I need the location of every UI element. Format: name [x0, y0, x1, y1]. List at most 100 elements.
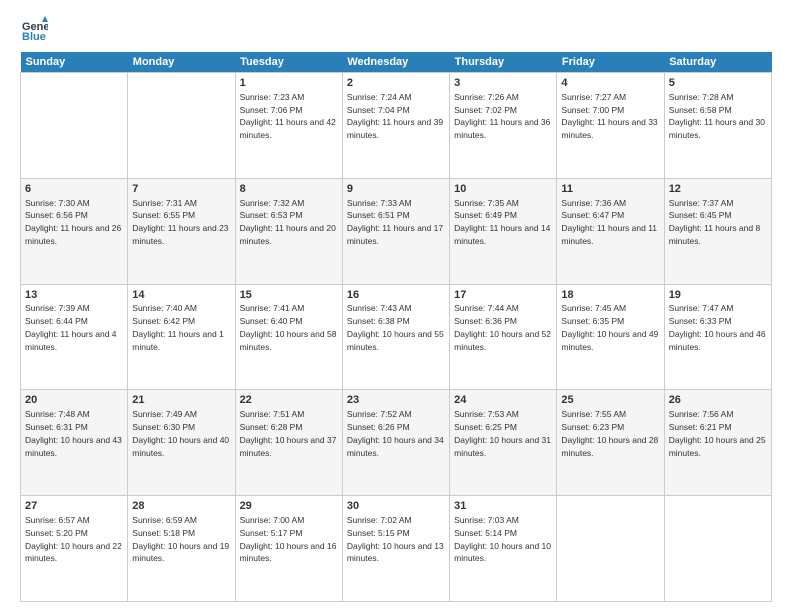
calendar-cell: 17Sunrise: 7:44 AMSunset: 6:36 PMDayligh… — [450, 284, 557, 390]
cell-details: Sunrise: 7:45 AMSunset: 6:35 PMDaylight:… — [561, 303, 658, 351]
weekday-header-row: SundayMondayTuesdayWednesdayThursdayFrid… — [21, 52, 772, 73]
day-number: 18 — [561, 288, 659, 303]
cell-details: Sunrise: 7:36 AMSunset: 6:47 PMDaylight:… — [561, 198, 657, 246]
day-number: 3 — [454, 76, 552, 91]
calendar-cell: 10Sunrise: 7:35 AMSunset: 6:49 PMDayligh… — [450, 178, 557, 284]
day-number: 2 — [347, 76, 445, 91]
week-row-4: 20Sunrise: 7:48 AMSunset: 6:31 PMDayligh… — [21, 390, 772, 496]
calendar-cell: 9Sunrise: 7:33 AMSunset: 6:51 PMDaylight… — [342, 178, 449, 284]
day-number: 30 — [347, 499, 445, 514]
calendar-cell: 29Sunrise: 7:00 AMSunset: 5:17 PMDayligh… — [235, 496, 342, 602]
cell-details: Sunrise: 7:51 AMSunset: 6:28 PMDaylight:… — [240, 409, 337, 457]
cell-details: Sunrise: 7:00 AMSunset: 5:17 PMDaylight:… — [240, 515, 337, 563]
cell-details: Sunrise: 7:03 AMSunset: 5:14 PMDaylight:… — [454, 515, 551, 563]
calendar-cell — [21, 73, 128, 179]
cell-details: Sunrise: 7:56 AMSunset: 6:21 PMDaylight:… — [669, 409, 766, 457]
cell-details: Sunrise: 7:23 AMSunset: 7:06 PMDaylight:… — [240, 92, 336, 140]
calendar-cell: 21Sunrise: 7:49 AMSunset: 6:30 PMDayligh… — [128, 390, 235, 496]
calendar-cell: 16Sunrise: 7:43 AMSunset: 6:38 PMDayligh… — [342, 284, 449, 390]
calendar-cell: 6Sunrise: 7:30 AMSunset: 6:56 PMDaylight… — [21, 178, 128, 284]
day-number: 16 — [347, 288, 445, 303]
calendar-cell: 5Sunrise: 7:28 AMSunset: 6:58 PMDaylight… — [664, 73, 771, 179]
cell-details: Sunrise: 7:48 AMSunset: 6:31 PMDaylight:… — [25, 409, 122, 457]
calendar-cell: 18Sunrise: 7:45 AMSunset: 6:35 PMDayligh… — [557, 284, 664, 390]
calendar-cell: 1Sunrise: 7:23 AMSunset: 7:06 PMDaylight… — [235, 73, 342, 179]
calendar-cell — [664, 496, 771, 602]
cell-details: Sunrise: 7:24 AMSunset: 7:04 PMDaylight:… — [347, 92, 443, 140]
cell-details: Sunrise: 7:49 AMSunset: 6:30 PMDaylight:… — [132, 409, 229, 457]
calendar-cell: 13Sunrise: 7:39 AMSunset: 6:44 PMDayligh… — [21, 284, 128, 390]
day-number: 11 — [561, 182, 659, 197]
calendar-cell: 28Sunrise: 6:59 AMSunset: 5:18 PMDayligh… — [128, 496, 235, 602]
calendar-cell: 19Sunrise: 7:47 AMSunset: 6:33 PMDayligh… — [664, 284, 771, 390]
cell-details: Sunrise: 7:28 AMSunset: 6:58 PMDaylight:… — [669, 92, 765, 140]
calendar-cell: 7Sunrise: 7:31 AMSunset: 6:55 PMDaylight… — [128, 178, 235, 284]
day-number: 20 — [25, 393, 123, 408]
day-number: 19 — [669, 288, 767, 303]
cell-details: Sunrise: 7:33 AMSunset: 6:51 PMDaylight:… — [347, 198, 443, 246]
week-row-5: 27Sunrise: 6:57 AMSunset: 5:20 PMDayligh… — [21, 496, 772, 602]
cell-details: Sunrise: 7:27 AMSunset: 7:00 PMDaylight:… — [561, 92, 657, 140]
week-row-3: 13Sunrise: 7:39 AMSunset: 6:44 PMDayligh… — [21, 284, 772, 390]
day-number: 24 — [454, 393, 552, 408]
cell-details: Sunrise: 7:52 AMSunset: 6:26 PMDaylight:… — [347, 409, 444, 457]
calendar-cell: 27Sunrise: 6:57 AMSunset: 5:20 PMDayligh… — [21, 496, 128, 602]
cell-details: Sunrise: 7:43 AMSunset: 6:38 PMDaylight:… — [347, 303, 444, 351]
calendar-cell: 4Sunrise: 7:27 AMSunset: 7:00 PMDaylight… — [557, 73, 664, 179]
calendar-cell: 26Sunrise: 7:56 AMSunset: 6:21 PMDayligh… — [664, 390, 771, 496]
cell-details: Sunrise: 7:32 AMSunset: 6:53 PMDaylight:… — [240, 198, 336, 246]
day-number: 25 — [561, 393, 659, 408]
day-number: 21 — [132, 393, 230, 408]
cell-details: Sunrise: 7:40 AMSunset: 6:42 PMDaylight:… — [132, 303, 224, 351]
calendar-cell: 23Sunrise: 7:52 AMSunset: 6:26 PMDayligh… — [342, 390, 449, 496]
day-number: 13 — [25, 288, 123, 303]
calendar-cell: 3Sunrise: 7:26 AMSunset: 7:02 PMDaylight… — [450, 73, 557, 179]
svg-text:Blue: Blue — [22, 31, 46, 43]
day-number: 4 — [561, 76, 659, 91]
calendar-cell: 14Sunrise: 7:40 AMSunset: 6:42 PMDayligh… — [128, 284, 235, 390]
logo-icon: General Blue — [20, 16, 48, 44]
weekday-sunday: Sunday — [21, 52, 128, 73]
day-number: 27 — [25, 499, 123, 514]
day-number: 9 — [347, 182, 445, 197]
calendar-cell — [128, 73, 235, 179]
cell-details: Sunrise: 7:44 AMSunset: 6:36 PMDaylight:… — [454, 303, 551, 351]
cell-details: Sunrise: 7:02 AMSunset: 5:15 PMDaylight:… — [347, 515, 444, 563]
week-row-1: 1Sunrise: 7:23 AMSunset: 7:06 PMDaylight… — [21, 73, 772, 179]
calendar-cell: 8Sunrise: 7:32 AMSunset: 6:53 PMDaylight… — [235, 178, 342, 284]
day-number: 10 — [454, 182, 552, 197]
calendar-cell: 30Sunrise: 7:02 AMSunset: 5:15 PMDayligh… — [342, 496, 449, 602]
header: General Blue — [20, 16, 772, 44]
weekday-friday: Friday — [557, 52, 664, 73]
day-number: 26 — [669, 393, 767, 408]
calendar-cell: 24Sunrise: 7:53 AMSunset: 6:25 PMDayligh… — [450, 390, 557, 496]
day-number: 7 — [132, 182, 230, 197]
day-number: 28 — [132, 499, 230, 514]
weekday-wednesday: Wednesday — [342, 52, 449, 73]
calendar-cell: 31Sunrise: 7:03 AMSunset: 5:14 PMDayligh… — [450, 496, 557, 602]
calendar-cell: 11Sunrise: 7:36 AMSunset: 6:47 PMDayligh… — [557, 178, 664, 284]
weekday-saturday: Saturday — [664, 52, 771, 73]
calendar-cell: 2Sunrise: 7:24 AMSunset: 7:04 PMDaylight… — [342, 73, 449, 179]
day-number: 15 — [240, 288, 338, 303]
day-number: 1 — [240, 76, 338, 91]
weekday-tuesday: Tuesday — [235, 52, 342, 73]
day-number: 17 — [454, 288, 552, 303]
cell-details: Sunrise: 7:31 AMSunset: 6:55 PMDaylight:… — [132, 198, 228, 246]
weekday-monday: Monday — [128, 52, 235, 73]
day-number: 5 — [669, 76, 767, 91]
day-number: 31 — [454, 499, 552, 514]
cell-details: Sunrise: 7:35 AMSunset: 6:49 PMDaylight:… — [454, 198, 550, 246]
cell-details: Sunrise: 7:37 AMSunset: 6:45 PMDaylight:… — [669, 198, 761, 246]
cell-details: Sunrise: 6:57 AMSunset: 5:20 PMDaylight:… — [25, 515, 122, 563]
cell-details: Sunrise: 7:41 AMSunset: 6:40 PMDaylight:… — [240, 303, 337, 351]
cell-details: Sunrise: 7:39 AMSunset: 6:44 PMDaylight:… — [25, 303, 117, 351]
calendar-cell: 20Sunrise: 7:48 AMSunset: 6:31 PMDayligh… — [21, 390, 128, 496]
cell-details: Sunrise: 7:26 AMSunset: 7:02 PMDaylight:… — [454, 92, 550, 140]
cell-details: Sunrise: 7:30 AMSunset: 6:56 PMDaylight:… — [25, 198, 121, 246]
calendar-cell: 12Sunrise: 7:37 AMSunset: 6:45 PMDayligh… — [664, 178, 771, 284]
calendar-page: General Blue SundayMondayTuesdayWednesda… — [0, 0, 792, 612]
logo: General Blue — [20, 16, 52, 44]
calendar-cell: 15Sunrise: 7:41 AMSunset: 6:40 PMDayligh… — [235, 284, 342, 390]
calendar-cell: 22Sunrise: 7:51 AMSunset: 6:28 PMDayligh… — [235, 390, 342, 496]
